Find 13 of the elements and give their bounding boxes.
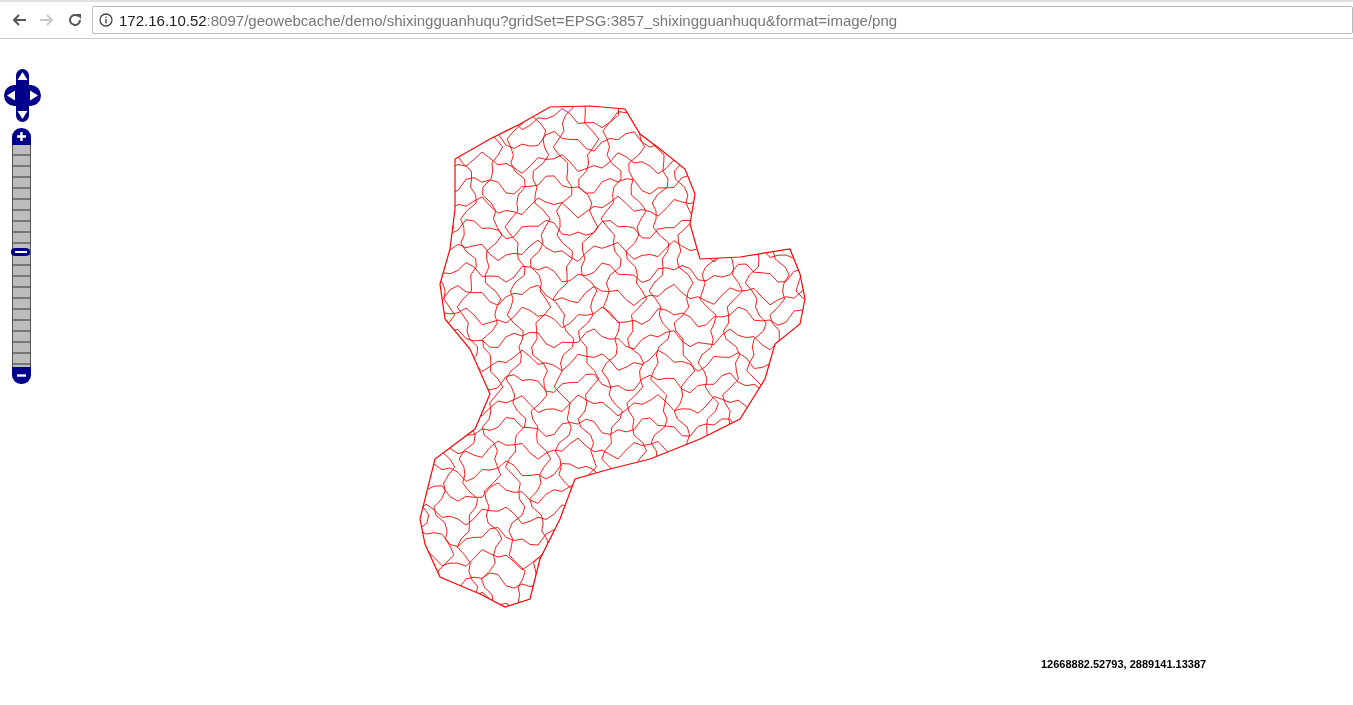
mouse-position-text: 12668882.52793, 2889141.13387: [1041, 658, 1207, 670]
zoom-slider[interactable]: [12, 145, 31, 367]
reload-icon: [67, 12, 83, 28]
pan-control-icon[interactable]: [4, 69, 41, 122]
left-arrow-icon: [11, 12, 27, 28]
info-icon[interactable]: [99, 13, 113, 27]
right-arrow-icon: [39, 12, 55, 28]
address-bar[interactable]: 172.16.10.52:8097/geowebcache/demo/shixingguanhuqu?gridSet=EPSG:3857_shixingguanhuqu&format=image/png: [92, 6, 1353, 34]
plus-icon: [16, 131, 27, 142]
zoom-slider-handle[interactable]: [11, 247, 30, 256]
zoom-out-button[interactable]: [12, 367, 31, 384]
zoom-in-button[interactable]: [12, 128, 31, 145]
url-text: 172.16.10.52:8097/geowebcache/demo/shixingguanhuqu?gridSet=EPSG:3857_shixingguanhuqu&format=image/png: [119, 11, 898, 29]
